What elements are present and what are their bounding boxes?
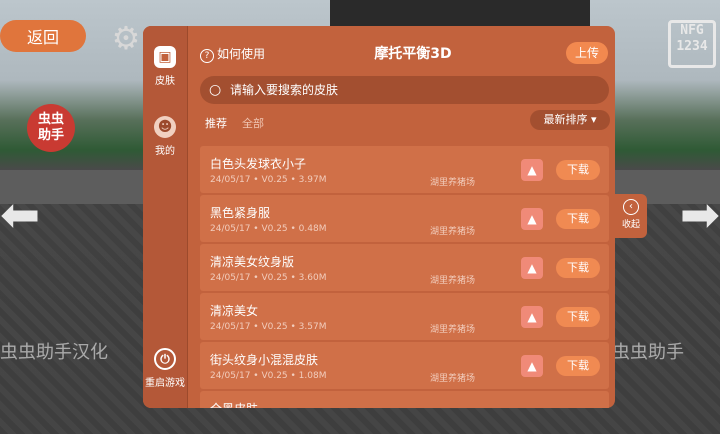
collapse-button[interactable]: ‹ 收起	[615, 194, 647, 238]
watermark-right: 虫虫助手	[612, 342, 684, 363]
image-icon[interactable]: ▲	[521, 208, 543, 230]
image-icon[interactable]: ▲	[521, 257, 543, 279]
list-item[interactable]: 黑色紧身服 24/05/17 • V0.25 • 0.48M 湖里养猪场 ▲ 下…	[200, 195, 609, 242]
license-plate: NFG 1234	[668, 20, 716, 68]
sidebar-item-skin[interactable]: ▣ 皮肤	[143, 46, 187, 87]
skin-name: 清凉美女纹身版	[210, 255, 295, 269]
sidebar-item-label: 我的	[155, 146, 175, 157]
tab-recommended[interactable]: 推荐	[205, 115, 227, 131]
skin-name: 白色头发球衣小子	[210, 157, 307, 171]
question-icon: ?	[200, 49, 214, 63]
search-placeholder: 请输入要搜索的皮肤	[230, 83, 339, 97]
skin-author: 湖里养猪场	[430, 276, 476, 286]
skin-meta: 24/05/17 • V0.25 • 0.48M	[210, 224, 327, 234]
sort-dropdown[interactable]: 最新排序 ▾	[530, 110, 610, 130]
skin-name: 清凉美女	[210, 304, 259, 318]
skin-meta: 24/05/17 • V0.25 • 3.57M	[210, 322, 327, 332]
skin-meta: 24/05/17 • V0.25 • 3.97M	[210, 175, 327, 185]
download-button[interactable]: 下载	[556, 307, 600, 327]
sidebar-item-label: 皮肤	[155, 76, 175, 87]
skin-author: 湖里养猪场	[430, 325, 476, 335]
image-icon[interactable]: ▲	[521, 306, 543, 328]
search-icon: ○	[209, 82, 222, 98]
back-button[interactable]: 返回	[0, 20, 86, 52]
list-item[interactable]: 清凉美女纹身版 24/05/17 • V0.25 • 3.60M 湖里养猪场 ▲…	[200, 244, 609, 291]
skin-list[interactable]: 白色头发球衣小子 24/05/17 • V0.25 • 3.97M 湖里养猪场 …	[200, 146, 609, 408]
image-icon[interactable]: ▲	[521, 159, 543, 181]
list-item[interactable]: 清凉美女 24/05/17 • V0.25 • 3.57M 湖里养猪场 ▲ 下载	[200, 293, 609, 340]
skin-author: 湖里养猪场	[430, 374, 476, 384]
arrow-left-icon[interactable]: ⬅	[0, 190, 50, 240]
download-button[interactable]: 下载	[556, 160, 600, 180]
skin-author: 湖里养猪场	[430, 178, 476, 188]
upload-button[interactable]: 上传	[566, 42, 608, 64]
gear-icon[interactable]: ⚙	[108, 20, 144, 56]
download-button[interactable]: 下载	[556, 209, 600, 229]
list-item[interactable]: 街头纹身小混混皮肤 24/05/17 • V0.25 • 1.08M 湖里养猪场…	[200, 342, 609, 389]
sidebar: ▣ 皮肤 ☻ 我的 ⏻ 重启游戏	[143, 26, 188, 408]
panel-title: 摩托平衡3D	[374, 46, 452, 62]
tab-all[interactable]: 全部	[242, 115, 264, 131]
sidebar-item-mine[interactable]: ☻ 我的	[143, 116, 187, 157]
skin-meta: 24/05/17 • V0.25 • 1.08M	[210, 371, 327, 381]
skin-icon: ▣	[154, 46, 176, 68]
skin-meta: 24/05/17 • V0.25 • 3.60M	[210, 273, 327, 283]
chevron-down-icon: ▾	[590, 113, 597, 126]
chongchong-badge[interactable]: 虫虫 助手	[27, 104, 75, 152]
skin-name: 街头纹身小混混皮肤	[210, 353, 319, 367]
sidebar-item-restart[interactable]: ⏻ 重启游戏	[143, 348, 187, 389]
watermark-left: 虫虫助手汉化	[0, 342, 108, 363]
arrow-right-icon[interactable]: ➡	[670, 190, 720, 240]
skin-name: 全黑皮肤	[210, 400, 258, 408]
list-item[interactable]: 全黑皮肤	[200, 391, 609, 408]
power-icon: ⏻	[154, 348, 176, 370]
sidebar-item-label: 重启游戏	[145, 378, 185, 389]
skin-author: 湖里养猪场	[430, 227, 476, 237]
download-button[interactable]: 下载	[556, 356, 600, 376]
list-item[interactable]: 白色头发球衣小子 24/05/17 • V0.25 • 3.97M 湖里养猪场 …	[200, 146, 609, 193]
search-input[interactable]: ○ 请输入要搜索的皮肤	[200, 76, 609, 104]
face-icon: ☻	[154, 116, 176, 138]
chevron-left-icon: ‹	[623, 199, 639, 215]
help-link[interactable]: ? 如何使用	[200, 45, 265, 63]
skin-panel: ▣ 皮肤 ☻ 我的 ⏻ 重启游戏 ? 如何使用 摩托平衡3D 上传 ○ 请输入要搜…	[143, 26, 615, 408]
download-button[interactable]: 下载	[556, 258, 600, 278]
image-icon[interactable]: ▲	[521, 355, 543, 377]
skin-name: 黑色紧身服	[210, 206, 271, 220]
